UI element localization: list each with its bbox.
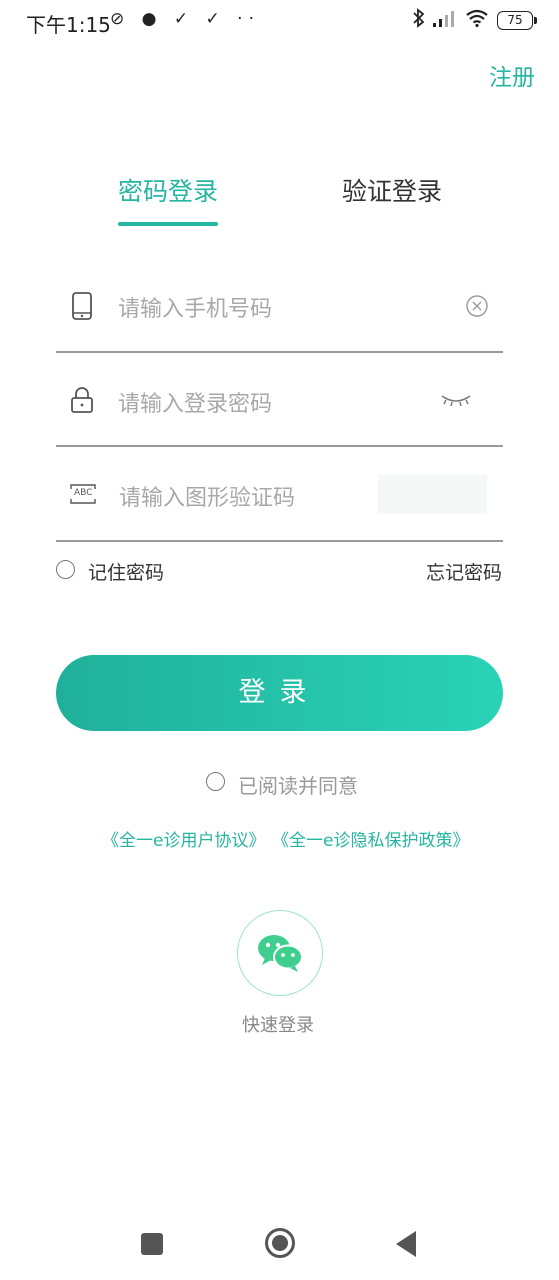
register-link[interactable]: 注册	[489, 58, 535, 92]
captcha-input[interactable]: 请输入图形验证码	[119, 480, 295, 512]
captcha-icon-text: ABC	[74, 488, 93, 498]
recent-apps-button[interactable]	[141, 1233, 163, 1255]
clear-icon[interactable]	[465, 294, 489, 322]
user-agreement-link[interactable]: 《全一e诊用户协议》	[102, 826, 265, 851]
tab-active-indicator	[118, 222, 218, 226]
captcha-divider	[56, 540, 503, 542]
captcha-icon: ABC	[70, 484, 96, 504]
captcha-image[interactable]	[378, 475, 487, 514]
remember-radio[interactable]	[56, 560, 75, 579]
phone-divider	[56, 351, 503, 353]
battery-icon: 75	[497, 10, 537, 30]
wechat-icon	[257, 933, 303, 977]
status-time: 下午1:15	[26, 13, 111, 37]
quick-login-label: 快速登录	[242, 1015, 314, 1036]
signal-icon	[433, 9, 457, 31]
login-button[interactable]: 登录	[56, 655, 503, 731]
privacy-policy-link[interactable]: 《全一e诊隐私保护政策》	[272, 826, 469, 851]
password-divider	[56, 445, 503, 447]
notification-icons: ⊘ ● ✓ ✓ ··	[110, 9, 260, 29]
wifi-icon	[465, 9, 489, 31]
tab-password-login[interactable]: 密码登录	[118, 172, 218, 208]
home-button-dot	[272, 1235, 288, 1251]
eye-closed-icon[interactable]	[440, 390, 472, 414]
status-right: 75	[413, 8, 537, 32]
forgot-password-link[interactable]: 忘记密码	[426, 558, 502, 585]
remember-label[interactable]: 记住密码	[88, 558, 164, 585]
agree-radio[interactable]	[206, 772, 225, 791]
phone-input[interactable]: 请输入手机号码	[118, 291, 272, 323]
agree-label: 已阅读并同意	[238, 774, 358, 798]
wechat-login-button[interactable]	[237, 910, 323, 996]
bluetooth-icon	[413, 8, 425, 32]
phone-icon	[68, 292, 96, 320]
lock-icon	[68, 386, 96, 414]
back-button[interactable]	[396, 1231, 416, 1257]
password-input[interactable]: 请输入登录密码	[118, 386, 272, 418]
tab-verify-login[interactable]: 验证登录	[342, 172, 442, 208]
